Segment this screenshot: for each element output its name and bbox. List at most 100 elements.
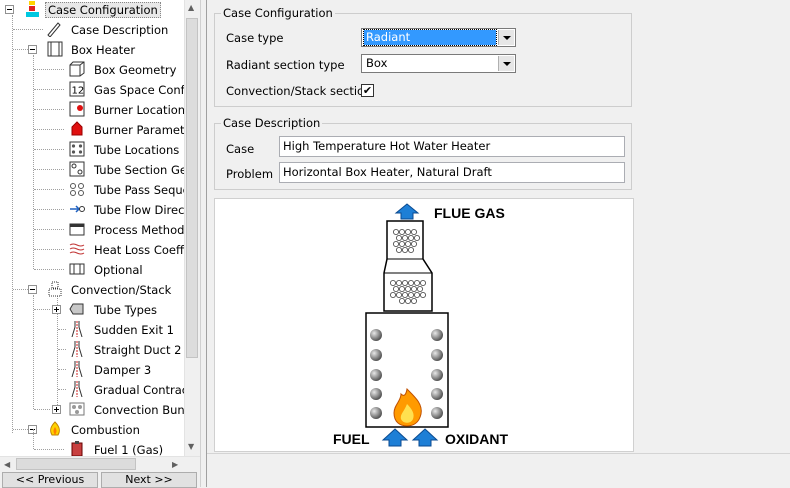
tree-item-label: Tube Flow Direct: [94, 203, 189, 217]
tree-item-label: Fuel 1 (Gas): [94, 443, 164, 457]
convection-stack-checkbox[interactable]: ✔: [361, 84, 374, 97]
tube-types-icon: [69, 303, 84, 315]
tree-item-box-geometry[interactable]: Box Geometry: [0, 60, 184, 80]
case-type-dropdown[interactable]: Radiant: [361, 28, 516, 47]
scroll-up-icon[interactable]: ▲: [188, 3, 194, 12]
panel-splitter[interactable]: [200, 0, 207, 487]
process-methods-icon: [69, 223, 85, 236]
radiant-section-type-label: Radiant section type: [226, 58, 345, 72]
tree-item-case-description[interactable]: Case Description: [0, 20, 184, 40]
navigation-tree[interactable]: Case Configuration Case Description Box …: [0, 0, 200, 472]
tree-vertical-scroll-thumb[interactable]: [186, 18, 198, 358]
heater-schematic: [365, 203, 449, 447]
convection-stack-label: Convection/Stack section: [226, 84, 372, 98]
expand-icon[interactable]: [52, 305, 61, 314]
box-geometry-icon: [69, 61, 85, 77]
fuel-label: FUEL: [333, 431, 370, 447]
duct-icon: [71, 381, 83, 397]
tree-item-label: Tube Section Geo: [94, 163, 195, 177]
tree-item-tube-pass[interactable]: Tube Pass Seque: [0, 180, 190, 200]
case-input[interactable]: High Temperature Hot Water Heater: [279, 136, 625, 157]
tube-section-icon: [69, 161, 85, 177]
tree-item-label: Burner Paramete: [94, 123, 192, 137]
tube-pass-icon: [70, 183, 84, 196]
tree-item-label: Tube Pass Seque: [94, 183, 190, 197]
next-button[interactable]: Next >>: [101, 472, 197, 488]
burner-parameters-icon: [71, 121, 83, 136]
duct-icon: [71, 341, 83, 357]
optional-icon: [69, 263, 85, 275]
tree-item-tube-section[interactable]: Tube Section Geo: [0, 160, 194, 180]
duct-icon: [71, 321, 83, 337]
tree-item-label: Convection/Stack: [71, 283, 172, 297]
convection-bundle-icon: [69, 402, 85, 416]
heater-diagram: FLUE GAS FUEL OXIDANT: [214, 198, 634, 452]
tree-item-convection-bundle[interactable]: Convection Bunc: [0, 400, 191, 420]
collapse-icon[interactable]: [28, 285, 37, 294]
tree-item-optional[interactable]: Optional: [0, 260, 184, 280]
scroll-right-icon[interactable]: ▶: [172, 460, 178, 469]
tree-item-case-configuration[interactable]: Case Configuration: [0, 0, 184, 20]
scroll-left-icon[interactable]: ◀: [4, 460, 10, 469]
collapse-icon[interactable]: [5, 5, 14, 14]
burner-locations-icon: [69, 101, 85, 117]
duct-icon: [71, 361, 83, 377]
tube-flow-icon: [70, 205, 85, 213]
fuel-arrow-icon: [381, 428, 409, 447]
divider: [207, 453, 790, 454]
box-heater-icon: [47, 41, 63, 57]
previous-button[interactable]: << Previous: [2, 472, 98, 488]
oxidant-label: OXIDANT: [445, 431, 508, 447]
chevron-down-icon[interactable]: [498, 30, 514, 45]
tree-item-label: Box Geometry: [94, 63, 177, 77]
tree-item-label: Box Heater: [71, 43, 136, 57]
tree-item-process-methods[interactable]: Process Methods: [0, 220, 190, 240]
oxidant-arrow-icon: [411, 428, 439, 447]
tree-item-burner-parameters[interactable]: Burner Paramete: [0, 120, 192, 140]
tree-item-label: Burner Locations: [94, 103, 192, 117]
case-label: Case: [226, 142, 255, 156]
problem-input[interactable]: Horizontal Box Heater, Natural Draft: [279, 162, 625, 183]
convection-stack-icon: [48, 281, 62, 297]
flue-gas-arrow-icon: [394, 203, 420, 220]
tree-item-sudden-exit[interactable]: Sudden Exit 1: [0, 320, 184, 340]
tree-horizontal-scroll-thumb[interactable]: [16, 458, 136, 470]
fuel-icon: [71, 441, 83, 457]
tree-item-heat-loss[interactable]: Heat Loss Coeffic: [0, 240, 193, 260]
tree-item-convection-stack[interactable]: Convection/Stack: [0, 280, 184, 300]
scroll-down-icon[interactable]: ▼: [188, 442, 194, 451]
collapse-icon[interactable]: [28, 45, 37, 54]
tree-item-label: Gradual Contract: [94, 383, 193, 397]
tree-item-label: Tube Locations: [94, 143, 180, 157]
tree-item-damper[interactable]: Damper 3: [0, 360, 184, 380]
tube-locations-icon: [69, 141, 85, 157]
tree-item-label: Convection Bunc: [94, 403, 192, 417]
tree-item-box-heater[interactable]: Box Heater: [0, 40, 184, 60]
group-title: Case Description: [221, 116, 323, 130]
heat-loss-icon: [69, 243, 85, 255]
radiant-section-type-dropdown[interactable]: Box: [361, 54, 516, 73]
tree-item-straight-duct[interactable]: Straight Duct 2: [0, 340, 184, 360]
case-type-value: Radiant: [363, 29, 497, 46]
radiant-section-type-value: Box: [366, 56, 388, 70]
case-configuration-icon: [26, 1, 39, 17]
tree-item-label: Heat Loss Coeffic: [94, 243, 194, 257]
tree-item-combustion[interactable]: Combustion: [0, 420, 184, 440]
tree-item-label: Tube Types: [94, 303, 158, 317]
tree-item-label: Process Methods: [94, 223, 191, 237]
tree-item-tube-locations[interactable]: Tube Locations: [0, 140, 184, 160]
tree-item-label: Combustion: [71, 423, 140, 437]
chevron-down-icon[interactable]: [498, 56, 514, 71]
tree-item-label: Damper 3: [94, 363, 152, 377]
tree-item-tube-flow[interactable]: Tube Flow Direct: [0, 200, 189, 220]
problem-label: Problem: [226, 167, 274, 181]
gas-space-icon: 12: [69, 81, 85, 97]
case-type-label: Case type: [226, 31, 284, 45]
tree-item-gradual-contraction[interactable]: Gradual Contract: [0, 380, 193, 400]
group-title: Case Configuration: [221, 6, 335, 20]
tree-item-burner-locations[interactable]: Burner Locations: [0, 100, 191, 120]
tree-item-label: Case Description: [71, 23, 169, 37]
expand-icon[interactable]: [52, 405, 61, 414]
tree-item-tube-types[interactable]: Tube Types: [0, 300, 184, 320]
tree-item-gas-space[interactable]: 12 Gas Space Configu: [0, 80, 200, 100]
